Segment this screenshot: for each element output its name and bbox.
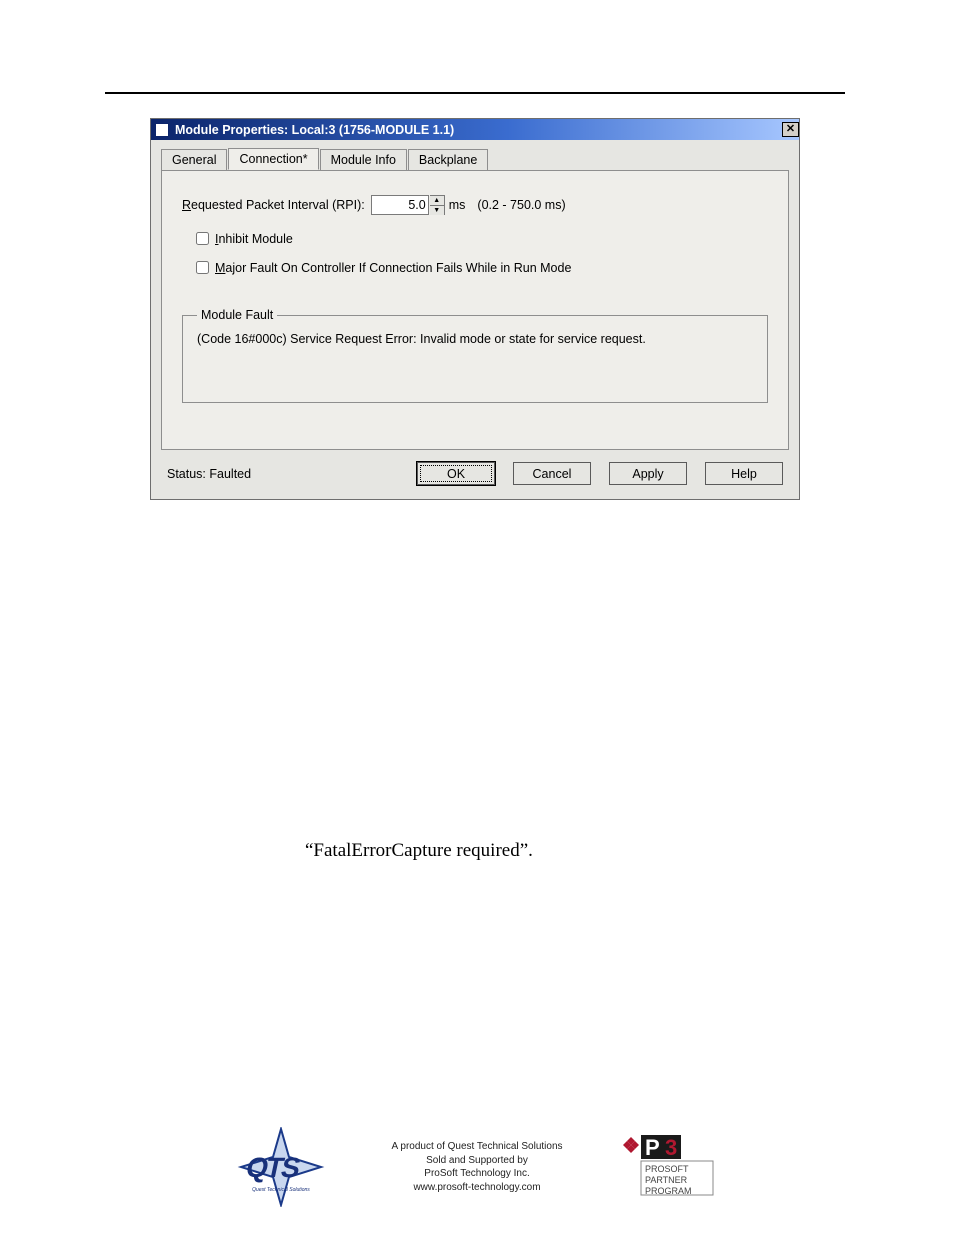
svg-text:Quest Technical Solutions: Quest Technical Solutions xyxy=(253,1187,311,1193)
chevron-down-icon[interactable]: ▼ xyxy=(430,206,444,215)
dialog-titlebar: Module Properties: Local:3 (1756-MODULE … xyxy=(151,119,799,140)
body-text: “FatalErrorCapture required”. xyxy=(305,840,845,862)
footer-line-2: Sold and Supported by xyxy=(391,1154,562,1168)
status-text: Status: Faulted xyxy=(167,467,251,481)
inhibit-module-checkbox[interactable] xyxy=(196,232,209,245)
rpi-range: (0.2 - 750.0 ms) xyxy=(477,198,565,212)
page-divider xyxy=(105,92,845,94)
rpi-row: Requested Packet Interval (RPI): ▲ ▼ ms … xyxy=(182,195,768,215)
tab-panel-connection: Requested Packet Interval (RPI): ▲ ▼ ms … xyxy=(161,170,789,450)
dialog-title: Module Properties: Local:3 (1756-MODULE … xyxy=(175,123,454,137)
p3-prosoft-logo-icon: P 3 PROSOFT PARTNER PROGRAM xyxy=(623,1133,723,1201)
dialog-tabs: General Connection* Module Info Backplan… xyxy=(161,148,789,170)
module-fault-legend: Module Fault xyxy=(197,308,277,322)
major-fault-checkbox[interactable] xyxy=(196,261,209,274)
ok-button[interactable]: OK xyxy=(417,462,495,485)
footer-line-1: A product of Quest Technical Solutions xyxy=(391,1140,562,1154)
rpi-label-text: equested Packet Interval (RPI): xyxy=(191,198,365,212)
svg-text:P: P xyxy=(645,1135,660,1160)
module-fault-text: (Code 16#000c) Service Request Error: In… xyxy=(197,332,753,346)
rpi-accel: R xyxy=(182,198,191,212)
close-icon[interactable]: ✕ xyxy=(782,122,799,137)
module-properties-dialog: Module Properties: Local:3 (1756-MODULE … xyxy=(150,118,800,500)
rpi-label: Requested Packet Interval (RPI): xyxy=(182,198,365,212)
rpi-unit: ms xyxy=(449,198,466,212)
p3-line-3: PROGRAM xyxy=(645,1186,692,1196)
help-button[interactable]: Help xyxy=(705,462,783,485)
tab-backplane[interactable]: Backplane xyxy=(408,149,488,171)
footer-line-3: ProSoft Technology Inc. xyxy=(391,1167,562,1181)
page-footer: QTS Quest Technical Solutions A product … xyxy=(0,1127,954,1207)
p3-line-2: PARTNER xyxy=(645,1175,688,1185)
dialog-button-bar: Status: Faulted OK Cancel Apply Help xyxy=(151,450,799,499)
rpi-stepper[interactable]: ▲ ▼ xyxy=(430,195,445,215)
rpi-input[interactable] xyxy=(371,195,429,215)
svg-text:3: 3 xyxy=(665,1135,677,1160)
window-icon xyxy=(155,123,169,137)
tab-module-info[interactable]: Module Info xyxy=(320,149,407,171)
apply-button[interactable]: Apply xyxy=(609,462,687,485)
chevron-up-icon[interactable]: ▲ xyxy=(430,196,444,206)
module-fault-group: Module Fault (Code 16#000c) Service Requ… xyxy=(182,315,768,403)
major-fault-label: Major Fault On Controller If Connection … xyxy=(215,261,571,275)
footer-center: A product of Quest Technical Solutions S… xyxy=(391,1140,562,1194)
p3-line-1: PROSOFT xyxy=(645,1164,689,1174)
major-fault-accel: M xyxy=(215,261,225,275)
tab-general[interactable]: General xyxy=(161,149,227,171)
footer-line-4: www.prosoft-technology.com xyxy=(391,1181,562,1195)
svg-text:QTS: QTS xyxy=(244,1151,303,1183)
qts-logo-icon: QTS Quest Technical Solutions xyxy=(231,1127,331,1207)
inhibit-module-label: Inhibit Module xyxy=(215,232,293,246)
cancel-button[interactable]: Cancel xyxy=(513,462,591,485)
inhibit-label-text: nhibit Module xyxy=(218,232,292,246)
tab-connection[interactable]: Connection* xyxy=(228,148,318,170)
major-fault-label-text: ajor Fault On Controller If Connection F… xyxy=(225,261,571,275)
